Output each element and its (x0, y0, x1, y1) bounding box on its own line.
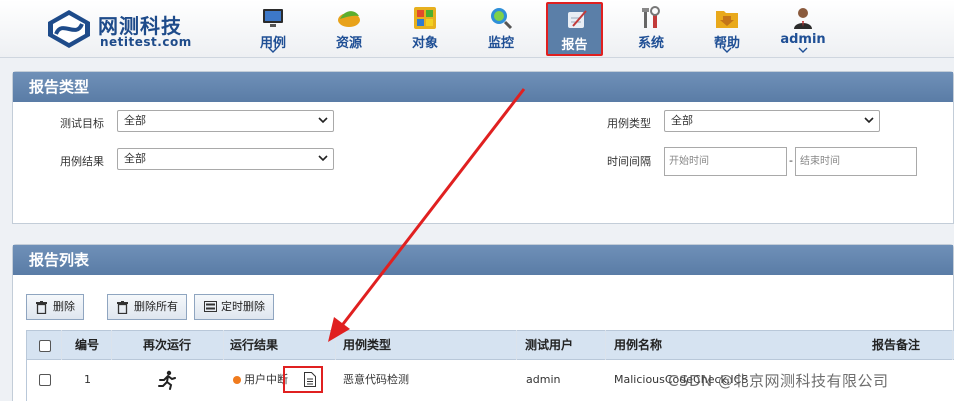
column-header-user[interactable]: 测试用户 (525, 331, 573, 359)
brand-logo-icon (48, 10, 90, 48)
nav-item-resources[interactable]: 资源 (318, 4, 380, 54)
nav-label: 监控 (487, 36, 514, 51)
nav-label: 报告 (561, 38, 588, 53)
column-header-remarks[interactable]: 报告备注 (872, 331, 920, 359)
chevron-down-icon (268, 47, 278, 53)
nav-item-monitoring[interactable]: 监控 (470, 4, 532, 54)
chevron-down-icon (722, 47, 732, 53)
test-user-cell: admin (526, 373, 561, 386)
chevron-down-icon (864, 117, 874, 124)
test-target-select[interactable]: 全部 (117, 110, 334, 132)
nav-item-reports[interactable]: 报告 (546, 2, 603, 56)
keyboard-icon (204, 301, 217, 312)
chevron-down-icon (318, 117, 328, 124)
trash-icon (117, 301, 128, 314)
delete-all-button[interactable]: 删除所有 (107, 294, 187, 320)
chevron-down-icon (318, 155, 328, 162)
case-type-label: 用例类型 (607, 117, 651, 130)
delete-button[interactable]: 删除 (26, 294, 84, 320)
nav-label: 系统 (637, 36, 664, 51)
column-header-result[interactable]: 运行结果 (230, 331, 278, 359)
test-target-label: 测试目标 (60, 117, 104, 130)
report-type-filter-panel: 报告类型 测试目标 全部 用例结果 全部 用例类型 全部 时间间隔 开始时间 -… (12, 71, 954, 224)
nav-item-help[interactable]: 帮助 (696, 4, 758, 54)
start-time-input[interactable]: 开始时间 (664, 147, 787, 176)
case-result-select[interactable]: 全部 (117, 148, 334, 170)
magnifier-globe-icon (491, 8, 513, 30)
input-placeholder: 开始时间 (669, 156, 709, 167)
select-value: 全部 (124, 114, 146, 127)
case-type-cell: 恶意代码检测 (343, 373, 409, 386)
select-value: 全部 (124, 152, 146, 165)
time-interval-label: 时间间隔 (607, 155, 651, 168)
case-result-label: 用例结果 (60, 155, 104, 168)
trash-icon (36, 301, 47, 314)
chevron-down-icon (798, 47, 808, 53)
brand-domain: netitest.com (100, 35, 192, 49)
column-header-case-type[interactable]: 用例类型 (343, 331, 391, 359)
row-checkbox[interactable] (39, 374, 51, 386)
column-header-id[interactable]: 编号 (75, 331, 99, 359)
scheduled-delete-button[interactable]: 定时删除 (194, 294, 274, 320)
folder-download-icon (716, 11, 738, 28)
select-all-checkbox[interactable] (39, 340, 51, 352)
windows-logo-icon (414, 7, 436, 29)
button-label: 定时删除 (221, 300, 265, 313)
monitor-icon (263, 9, 283, 27)
column-header-case-name[interactable]: 用例名称 (614, 331, 662, 359)
watermark: CSDN @北京网测科技有限公司 (668, 372, 889, 390)
annotation-highlight-box (283, 366, 323, 393)
user-icon (794, 8, 812, 29)
leaf-disk-icon (338, 11, 360, 27)
nav-label: 资源 (335, 36, 362, 51)
end-time-input[interactable]: 结束时间 (795, 147, 917, 176)
nav-item-user-menu[interactable]: admin (772, 4, 834, 54)
panel-title: 报告列表 (13, 245, 953, 275)
report-pen-icon (568, 10, 587, 28)
top-navigation-bar: 网测科技 netitest.com 用例 资源 对象 监控 报告 系统 帮助 a… (0, 0, 954, 58)
input-placeholder: 结束时间 (800, 156, 840, 167)
select-value: 全部 (671, 114, 693, 127)
nav-label: admin (780, 32, 826, 47)
column-header-rerun[interactable]: 再次运行 (143, 331, 191, 359)
panel-title: 报告类型 (13, 72, 953, 102)
nav-item-system[interactable]: 系统 (620, 4, 682, 54)
range-separator: - (789, 154, 793, 167)
nav-label: 对象 (411, 36, 438, 51)
running-man-icon[interactable] (157, 370, 177, 390)
status-dot (233, 376, 241, 384)
nav-item-test-cases[interactable]: 用例 (242, 4, 304, 54)
button-label: 删除 (53, 300, 75, 313)
nav-item-objects[interactable]: 对象 (394, 4, 456, 54)
case-type-select[interactable]: 全部 (664, 110, 880, 132)
brand-logo[interactable]: 网测科技 netitest.com (46, 6, 226, 52)
row-id: 1 (84, 373, 91, 386)
table-header: 编号 再次运行 运行结果 用例类型 测试用户 用例名称 报告备注 (26, 330, 954, 360)
button-label: 删除所有 (134, 300, 178, 313)
tools-icon (642, 6, 660, 28)
